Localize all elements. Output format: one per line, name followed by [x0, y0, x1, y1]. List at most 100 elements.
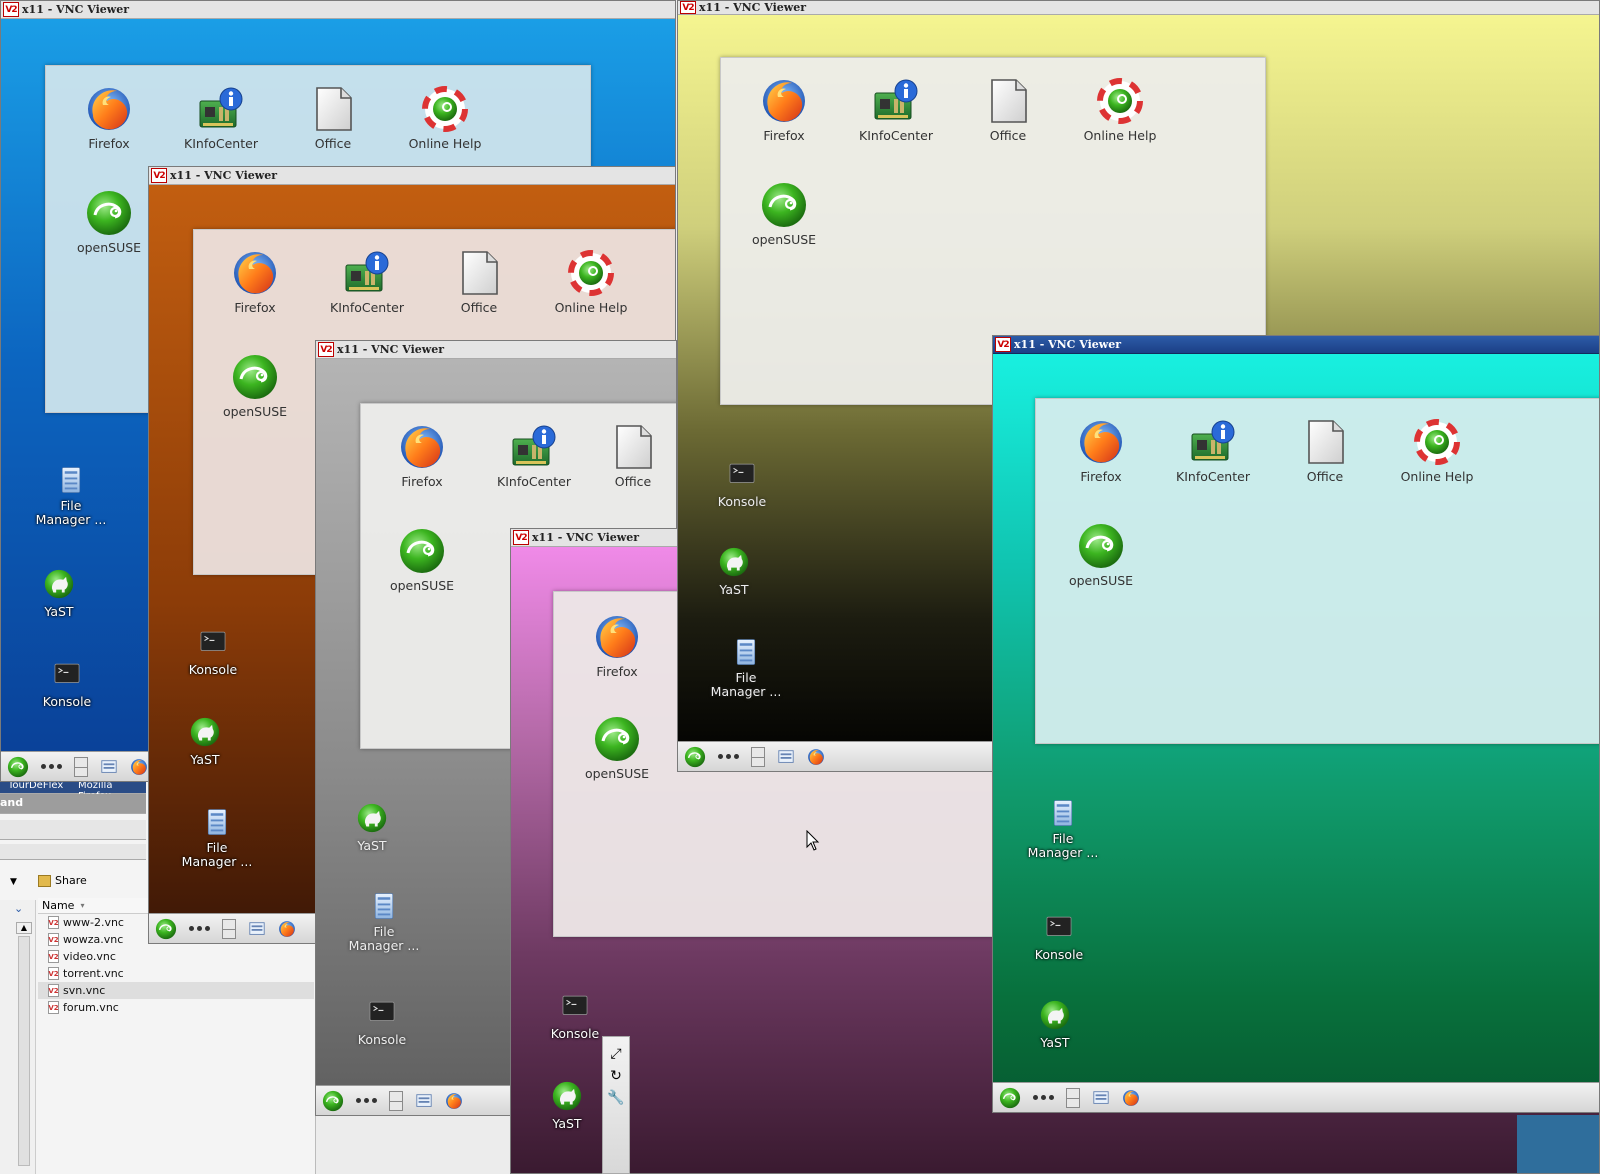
kinfocenter-shortcut[interactable]: KInfoCenter	[1157, 418, 1269, 484]
show-desktop-button[interactable]	[415, 1092, 433, 1110]
kinfocenter-shortcut[interactable]: KInfoCenter	[478, 423, 590, 489]
file-row[interactable]: V2 torrent.vnc	[38, 965, 314, 982]
office-shortcut[interactable]: Office	[590, 423, 676, 489]
show-desktop-button[interactable]	[100, 758, 118, 776]
desktop-pager[interactable]	[222, 918, 236, 939]
application-menu-button[interactable]	[322, 1090, 344, 1112]
file-row[interactable]: V2 forum.vnc	[38, 999, 314, 1016]
firefox-launcher[interactable]	[445, 1092, 463, 1110]
file-manager-shortcut[interactable]: File Manager ...	[1007, 798, 1119, 860]
file-manager-shortcut[interactable]: File Manager ...	[328, 891, 440, 953]
firefox-launcher[interactable]	[278, 920, 296, 938]
opensuse-chameleon-icon	[593, 715, 641, 763]
desktop-pager[interactable]	[751, 746, 765, 767]
kinfocenter-icon	[872, 77, 920, 125]
activities-dots-icon[interactable]	[41, 764, 62, 769]
share-button[interactable]: Share	[38, 874, 87, 887]
file-manager-shortcut[interactable]: File Manager ...	[161, 807, 273, 869]
file-manager-shortcut[interactable]: File Manager ...	[690, 637, 802, 699]
firefox-shortcut[interactable]: Firefox	[561, 613, 673, 679]
online-help-shortcut[interactable]: Online Help	[1064, 77, 1176, 143]
yast-shortcut[interactable]: YaST	[3, 567, 115, 619]
activities-dots-icon[interactable]	[1033, 1095, 1054, 1100]
show-desktop-button[interactable]	[777, 748, 795, 766]
icon-label: YaST	[1040, 1035, 1070, 1050]
konsole-shortcut[interactable]: Konsole	[519, 989, 631, 1041]
vnc-window-teal[interactable]: V2 x11 - VNC Viewer Firefox KInfoCenter …	[992, 335, 1600, 1113]
fullscreen-icon[interactable]: ⤢	[610, 1045, 621, 1063]
yast-shortcut[interactable]: YaST	[316, 801, 428, 853]
firefox-launcher[interactable]	[1122, 1089, 1140, 1107]
fm-scrollbar[interactable]	[18, 936, 30, 1166]
window-titlebar[interactable]: V2 x11 - VNC Viewer	[316, 341, 676, 359]
office-shortcut[interactable]: Office	[277, 85, 389, 151]
office-shortcut[interactable]: Office	[952, 77, 1064, 143]
konsole-shortcut[interactable]: Konsole	[326, 995, 438, 1047]
application-menu-button[interactable]	[155, 918, 177, 940]
konsole-shortcut[interactable]: Konsole	[11, 657, 123, 709]
window-titlebar[interactable]: V2 x11 - VNC Viewer	[149, 167, 675, 185]
window-titlebar[interactable]: V2 x11 - VNC Viewer	[1, 1, 675, 19]
file-manager-icon	[1048, 798, 1078, 828]
firefox-shortcut[interactable]: Firefox	[1045, 418, 1157, 484]
icon-label: openSUSE	[584, 766, 650, 781]
kinfocenter-shortcut[interactable]: KInfoCenter	[165, 85, 277, 151]
firefox-launcher[interactable]	[130, 758, 148, 776]
file-row-selected[interactable]: V2 svn.vnc	[38, 982, 314, 999]
online-help-shortcut[interactable]: Online Help	[389, 85, 501, 151]
file-manager-shortcut[interactable]: File Manager ...	[15, 465, 127, 527]
firefox-shortcut[interactable]: Firefox	[199, 249, 311, 315]
show-desktop-button[interactable]	[1092, 1089, 1110, 1107]
desktop-pager[interactable]	[1066, 1087, 1080, 1108]
online-help-shortcut[interactable]: Online Help	[1381, 418, 1493, 484]
screens-icon	[100, 758, 118, 776]
konsole-shortcut[interactable]: Konsole	[686, 457, 798, 509]
icon-label: Firefox	[88, 136, 130, 151]
firefox-shortcut[interactable]: Firefox	[366, 423, 478, 489]
fm-expand-arrow-icon[interactable]: ▼	[10, 877, 17, 887]
firefox-icon	[130, 758, 148, 776]
yast-shortcut[interactable]: YaST	[149, 715, 261, 767]
icon-label: File Manager ...	[36, 499, 107, 527]
icon-label: KInfoCenter	[1176, 469, 1250, 484]
yast-icon	[188, 715, 222, 749]
opensuse-shortcut[interactable]: openSUSE	[199, 353, 311, 419]
wrench-icon[interactable]: 🔧	[607, 1089, 624, 1107]
window-titlebar[interactable]: V2 x11 - VNC Viewer	[678, 1, 1599, 15]
application-menu-button[interactable]	[7, 756, 29, 778]
firefox-shortcut[interactable]: Firefox	[728, 77, 840, 143]
activities-dots-icon[interactable]	[189, 926, 210, 931]
nav-collapse-icon[interactable]: ⌄	[14, 902, 23, 915]
fm-toolbar: and	[0, 794, 146, 814]
file-row[interactable]: V2 video.vnc	[38, 948, 314, 965]
yast-shortcut[interactable]: YaST	[678, 545, 790, 597]
office-shortcut[interactable]: Office	[1269, 418, 1381, 484]
opensuse-shortcut[interactable]: openSUSE	[1045, 522, 1157, 588]
activities-dots-icon[interactable]	[718, 754, 739, 759]
konsole-shortcut[interactable]: Konsole	[157, 625, 269, 677]
firefox-shortcut[interactable]: Firefox	[53, 85, 165, 151]
activities-dots-icon[interactable]	[356, 1098, 377, 1103]
icon-label-line1: File	[1052, 831, 1074, 846]
kinfocenter-shortcut[interactable]: KInfoCenter	[311, 249, 423, 315]
opensuse-shortcut[interactable]: openSUSE	[728, 181, 840, 247]
desktop-pager[interactable]	[74, 756, 88, 777]
fm-addressbar[interactable]	[0, 820, 146, 840]
opensuse-shortcut[interactable]: openSUSE	[561, 715, 673, 781]
application-menu-button[interactable]	[684, 746, 706, 768]
scroll-up-icon[interactable]: ▲	[16, 922, 32, 934]
file-name: forum.vnc	[63, 1001, 119, 1014]
window-titlebar-active[interactable]: V2 x11 - VNC Viewer	[993, 336, 1599, 354]
refresh-icon[interactable]: ↻	[610, 1067, 622, 1085]
opensuse-shortcut[interactable]: openSUSE	[366, 527, 478, 593]
konsole-shortcut[interactable]: Konsole	[1003, 910, 1115, 962]
firefox-launcher[interactable]	[807, 748, 825, 766]
show-desktop-button[interactable]	[248, 920, 266, 938]
office-shortcut[interactable]: Office	[423, 249, 535, 315]
desktop-pager[interactable]	[389, 1090, 403, 1111]
kinfocenter-shortcut[interactable]: KInfoCenter	[840, 77, 952, 143]
application-menu-button[interactable]	[999, 1087, 1021, 1109]
opensuse-chameleon-icon	[85, 189, 133, 237]
online-help-shortcut[interactable]: Online Help	[535, 249, 647, 315]
yast-shortcut[interactable]: YaST	[999, 998, 1111, 1050]
